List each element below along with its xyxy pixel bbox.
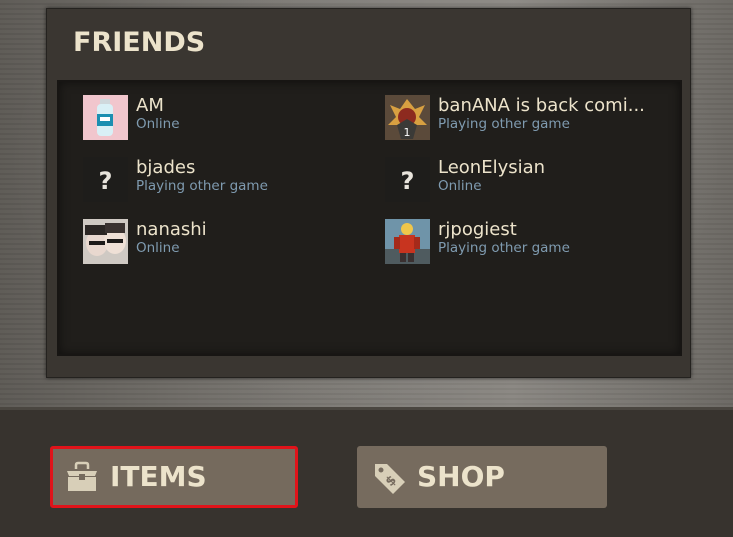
photo-avatar — [83, 219, 128, 264]
friend-status: Playing other game — [136, 178, 268, 194]
friends-list: AM Online 1 banANA is back comi... Playi… — [57, 80, 682, 356]
panel-title: FRIENDS — [73, 27, 206, 58]
friend-name: AM — [136, 95, 164, 116]
toolbox-icon — [64, 460, 100, 498]
friend-item-leonelysian[interactable]: ? LeonElysian Online — [385, 157, 675, 203]
water-bottle-avatar — [83, 95, 128, 140]
friend-status: Playing other game — [438, 116, 570, 132]
friend-status: Online — [438, 178, 482, 194]
friend-item-am[interactable]: AM Online — [83, 95, 373, 141]
question-mark-avatar: ? — [385, 157, 430, 202]
friend-status: Online — [136, 116, 180, 132]
items-label: ITEMS — [110, 460, 207, 493]
friend-name: LeonElysian — [438, 157, 546, 178]
friend-name: banANA is back comi... — [438, 95, 645, 116]
friend-status: Online — [136, 240, 180, 256]
soldier-avatar — [385, 219, 430, 264]
friend-item-nanashi[interactable]: nanashi Online — [83, 219, 373, 265]
svg-text:1: 1 — [404, 126, 411, 139]
price-tag-icon: $ — [371, 460, 409, 500]
friend-item-bjades[interactable]: ? bjades Playing other game — [83, 157, 373, 203]
friends-panel: FRIENDS AM Online 1 banANA is back comi.… — [46, 8, 691, 378]
svg-text:?: ? — [99, 167, 113, 195]
friend-status: Playing other game — [438, 240, 570, 256]
question-mark-avatar: ? — [83, 157, 128, 202]
shop-label: SHOP — [417, 460, 505, 493]
friend-name: rjpogiest — [438, 219, 517, 240]
friend-name: nanashi — [136, 219, 207, 240]
friend-item-banana[interactable]: 1 banANA is back comi... Playing other g… — [385, 95, 675, 141]
shop-button[interactable]: $ SHOP — [357, 446, 607, 508]
friend-name: bjades — [136, 157, 196, 178]
medal-avatar: 1 — [385, 95, 430, 140]
items-button[interactable]: ITEMS — [50, 446, 298, 508]
friend-item-rjpogiest[interactable]: rjpogiest Playing other game — [385, 219, 675, 265]
svg-text:?: ? — [401, 167, 415, 195]
